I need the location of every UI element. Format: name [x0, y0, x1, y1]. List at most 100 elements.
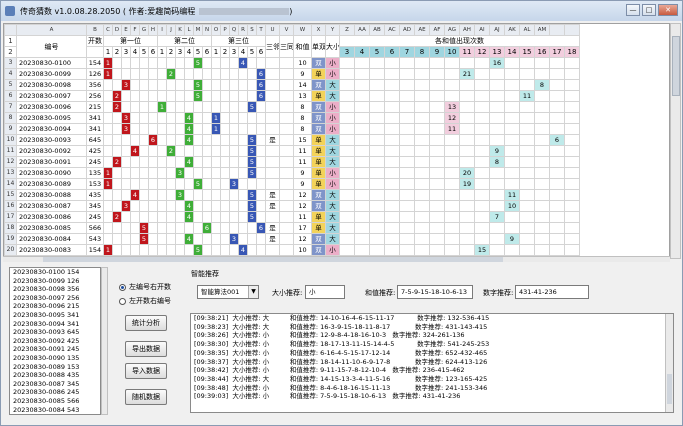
- grid-cell[interactable]: [534, 211, 550, 223]
- digit-header[interactable]: 3: [121, 46, 131, 58]
- grid-cell[interactable]: [519, 211, 535, 223]
- digit-hit[interactable]: 4: [184, 233, 194, 245]
- grid-cell[interactable]: [354, 68, 370, 80]
- row-draw[interactable]: 126: [86, 68, 104, 80]
- grid-cell[interactable]: [414, 189, 430, 201]
- digit-hit[interactable]: 2: [112, 101, 122, 113]
- interval-hit[interactable]: 8: [489, 156, 505, 168]
- import-button[interactable]: 导入数据: [125, 363, 167, 379]
- grid-cell[interactable]: [130, 79, 140, 91]
- grid-cell[interactable]: [247, 112, 257, 124]
- row-ds[interactable]: 双: [311, 189, 326, 201]
- grid-cell[interactable]: [256, 200, 266, 212]
- grid-cell[interactable]: [157, 189, 167, 201]
- grid-cell[interactable]: [534, 145, 550, 157]
- row-sanlin[interactable]: [265, 112, 280, 124]
- grid-cell[interactable]: [564, 189, 580, 201]
- grid-cell[interactable]: [139, 112, 149, 124]
- grid-cell[interactable]: [175, 156, 185, 168]
- grid-cell[interactable]: [429, 189, 445, 201]
- grid-cell[interactable]: [139, 200, 149, 212]
- row-sanlin[interactable]: 是: [265, 189, 280, 201]
- grid-cell[interactable]: [193, 68, 203, 80]
- grid-cell[interactable]: [534, 167, 550, 179]
- grid-cell[interactable]: [247, 244, 257, 256]
- grid-cell[interactable]: [220, 222, 230, 234]
- grid-cell[interactable]: [157, 244, 167, 256]
- row-sum[interactable]: 15: [293, 134, 312, 146]
- grid-cell[interactable]: [399, 123, 415, 135]
- grid-cell[interactable]: [549, 167, 565, 179]
- grid-cell[interactable]: [238, 178, 248, 190]
- grid-cell[interactable]: [121, 167, 131, 179]
- grid-cell[interactable]: [489, 233, 505, 245]
- grid-cell[interactable]: [184, 222, 194, 234]
- column-letter[interactable]: [564, 24, 580, 36]
- grid-cell[interactable]: [238, 222, 248, 234]
- grid-cell[interactable]: [166, 211, 176, 223]
- grid-cell[interactable]: [474, 233, 490, 245]
- row-id[interactable]: 20230830-0092: [16, 145, 87, 157]
- grid-cell[interactable]: [534, 189, 550, 201]
- header-santong[interactable]: 三同: [279, 35, 294, 58]
- digit-hit[interactable]: 2: [112, 211, 122, 223]
- grid-cell[interactable]: [504, 134, 520, 146]
- digit-header[interactable]: 5: [193, 46, 203, 58]
- digit-hit[interactable]: 4: [184, 112, 194, 124]
- grid-cell[interactable]: [157, 57, 167, 69]
- row-dx[interactable]: 小: [325, 101, 340, 113]
- table-row[interactable]: 18 20230830-0085 566 5 6 6 是 17 单大: [4, 222, 580, 234]
- row-id[interactable]: 20230830-0084: [16, 233, 87, 245]
- grid-cell[interactable]: [414, 211, 430, 223]
- grid-cell[interactable]: [256, 156, 266, 168]
- digit-hit[interactable]: 5: [193, 57, 203, 69]
- grid-cell[interactable]: [103, 233, 113, 245]
- table-row[interactable]: 10 20230830-0093 645 6 4 5 是 15 单大 6: [4, 134, 580, 146]
- grid-cell[interactable]: [534, 244, 550, 256]
- grid-cell[interactable]: [519, 101, 535, 113]
- row-santong[interactable]: [279, 134, 294, 146]
- grid-cell[interactable]: [384, 90, 400, 102]
- grid-cell[interactable]: [103, 79, 113, 91]
- row-santong[interactable]: [279, 167, 294, 179]
- table-row[interactable]: 4 20230830-0099 126 1 2 6 9 单小 21: [4, 68, 580, 80]
- grid-cell[interactable]: [534, 222, 550, 234]
- row-number[interactable]: 17: [4, 211, 17, 223]
- grid-cell[interactable]: [148, 178, 158, 190]
- grid-cell[interactable]: [175, 233, 185, 245]
- grid-cell[interactable]: [534, 90, 550, 102]
- grid-cell[interactable]: [112, 178, 122, 190]
- row-ds[interactable]: 双: [311, 79, 326, 91]
- grid-cell[interactable]: [564, 211, 580, 223]
- digit-hit[interactable]: 5: [247, 167, 257, 179]
- grid-cell[interactable]: [166, 222, 176, 234]
- grid-cell[interactable]: [519, 123, 535, 135]
- grid-cell[interactable]: [157, 222, 167, 234]
- grid-cell[interactable]: [474, 101, 490, 113]
- digit-header[interactable]: 3: [229, 46, 239, 58]
- grid-cell[interactable]: [220, 211, 230, 223]
- row-santong[interactable]: [279, 68, 294, 80]
- sum-field[interactable]: 7-5-9-15-18-10-6-13: [397, 285, 473, 299]
- grid-cell[interactable]: [474, 167, 490, 179]
- column-letter[interactable]: S: [247, 24, 257, 36]
- grid-cell[interactable]: [157, 211, 167, 223]
- digit-hit[interactable]: 4: [184, 123, 194, 135]
- grid-cell[interactable]: [175, 68, 185, 80]
- grid-cell[interactable]: [256, 244, 266, 256]
- grid-cell[interactable]: [220, 134, 230, 146]
- grid-cell[interactable]: [504, 211, 520, 223]
- column-letter[interactable]: AK: [504, 24, 520, 36]
- row-ds[interactable]: 单: [311, 167, 326, 179]
- digit-hit[interactable]: 5: [193, 79, 203, 91]
- header-dx[interactable]: 大小: [325, 35, 340, 58]
- grid-cell[interactable]: [121, 222, 131, 234]
- grid-cell[interactable]: [112, 134, 122, 146]
- grid-cell[interactable]: [534, 123, 550, 135]
- grid-cell[interactable]: [211, 156, 221, 168]
- grid-cell[interactable]: [157, 68, 167, 80]
- digit-header[interactable]: 2: [166, 46, 176, 58]
- grid-cell[interactable]: [166, 189, 176, 201]
- grid-cell[interactable]: [193, 101, 203, 113]
- grid-cell[interactable]: [414, 90, 430, 102]
